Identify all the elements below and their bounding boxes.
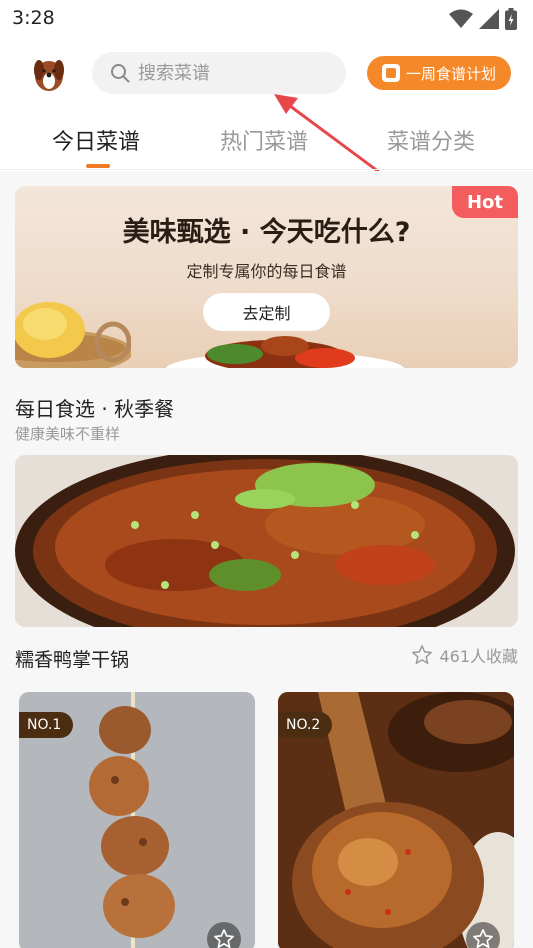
ranked-recipe-card[interactable]: NO.2 — [278, 692, 514, 948]
battery-icon — [505, 8, 517, 30]
banner-bread-basket-image — [15, 302, 131, 368]
wifi-icon — [449, 9, 473, 28]
banner-title: 美味甄选 · 今天吃什么? — [122, 217, 411, 248]
daily-section-title: 每日食选 · 秋季餐 — [15, 397, 175, 421]
customize-button[interactable]: 去定制 — [203, 293, 330, 331]
header: 一周食谱计划 — [0, 48, 533, 98]
search-icon — [111, 64, 130, 83]
dry-pot-duck-feet-image — [15, 455, 518, 627]
signal-icon — [479, 9, 499, 29]
featured-recipe-image[interactable] — [15, 455, 518, 627]
weekly-plan-button[interactable]: 一周食谱计划 — [367, 56, 511, 90]
search-input[interactable] — [138, 52, 338, 94]
promo-banner[interactable]: Hot 美味甄选 · 今天吃什么? 定制专属你的每日食谱 去定制 — [15, 186, 518, 368]
rank-badge: NO.1 — [19, 712, 74, 738]
active-tab-indicator — [86, 164, 110, 168]
star-icon — [214, 929, 234, 948]
favorite-star-button[interactable] — [207, 922, 241, 948]
status-icons — [449, 8, 517, 30]
favorite-button[interactable]: 461人收藏 — [411, 643, 518, 667]
weekly-plan-label: 一周食谱计划 — [405, 64, 496, 83]
search-bar[interactable] — [92, 52, 346, 94]
avatar[interactable] — [30, 54, 68, 92]
banner-dish-image — [165, 336, 405, 368]
favorite-count: 461人收藏 — [439, 647, 518, 666]
rank-badge: NO.2 — [278, 712, 333, 738]
status-bar: 3:28 — [0, 0, 533, 36]
tab-popular-recipes[interactable]: 热门菜谱 — [220, 124, 308, 156]
banner-subtitle: 定制专属你的每日食谱 — [186, 262, 347, 281]
star-icon — [473, 929, 493, 948]
ranked-recipe-card[interactable]: NO.1 — [19, 692, 255, 948]
featured-recipe-name[interactable]: 糯香鸭掌干锅 — [15, 645, 129, 672]
tab-recipe-categories[interactable]: 菜谱分类 — [387, 124, 475, 156]
status-time: 3:28 — [12, 7, 55, 29]
avatar-dog-icon — [34, 60, 64, 91]
daily-section-subtitle: 健康美味不重样 — [15, 425, 121, 443]
tab-bar: 今日菜谱 热门菜谱 菜谱分类 — [0, 114, 533, 170]
favorite-star-button[interactable] — [466, 922, 500, 948]
star-icon — [412, 645, 433, 664]
tab-today-recipes[interactable]: 今日菜谱 — [52, 124, 140, 156]
calendar-icon — [381, 64, 400, 82]
content-area: Hot 美味甄选 · 今天吃什么? 定制专属你的每日食谱 去定制 每日食选 · … — [0, 171, 533, 948]
